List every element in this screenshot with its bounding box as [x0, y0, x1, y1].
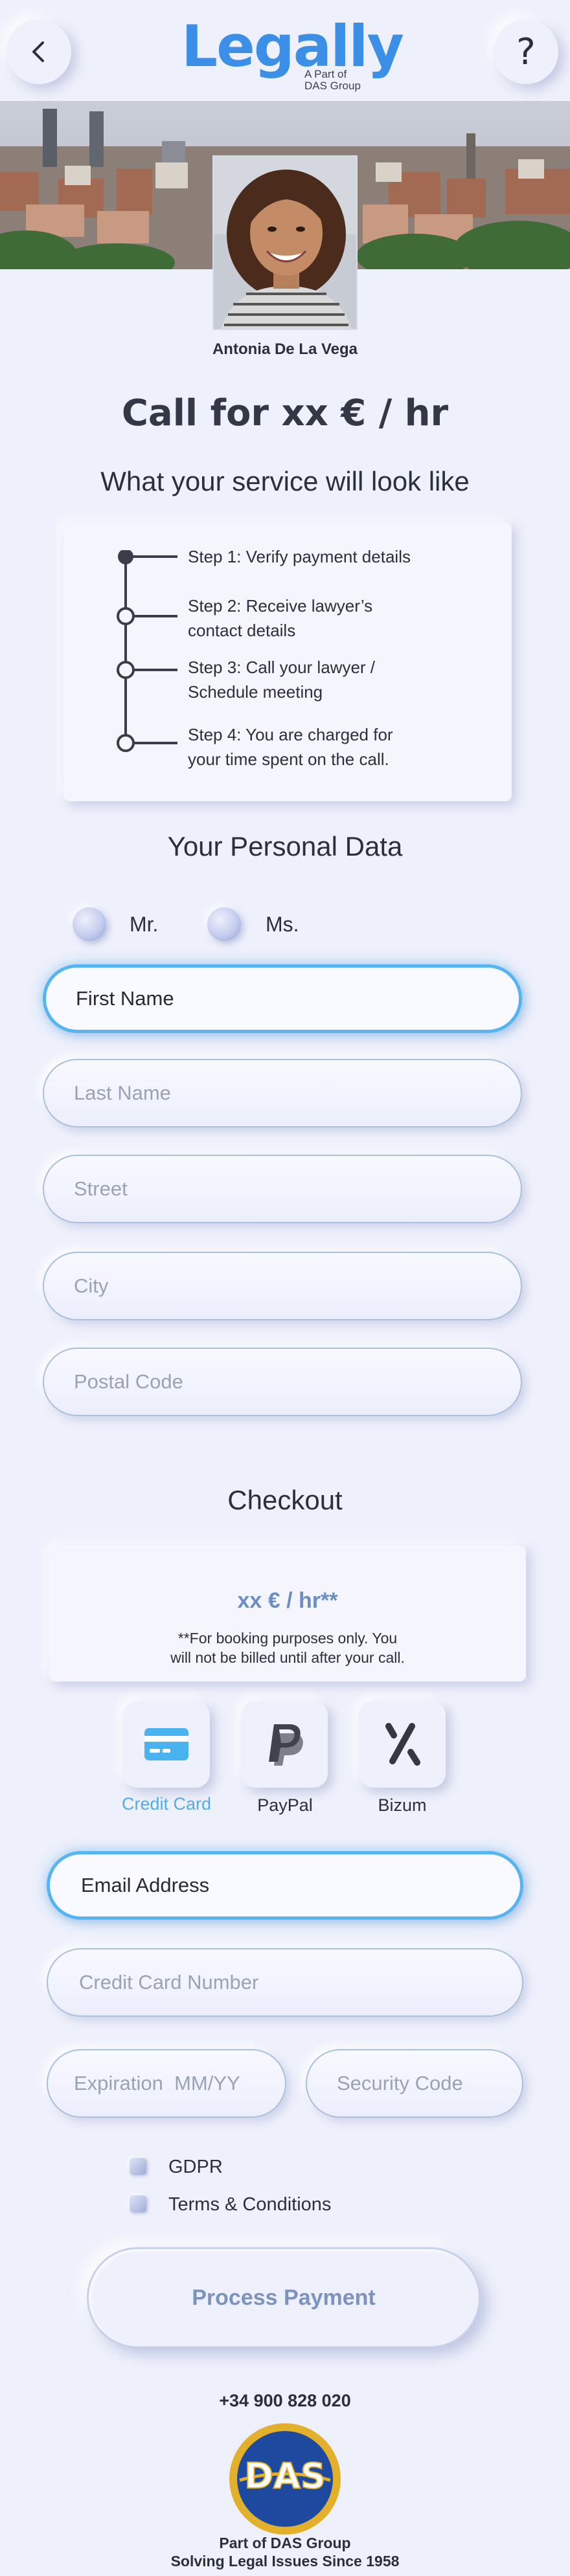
postal-code-field[interactable]: Postal Code	[43, 1348, 522, 1416]
das-logo-text: DAS	[244, 2456, 326, 2496]
footer-line-1: Part of DAS Group	[219, 2535, 351, 2551]
first-name-field[interactable]: First Name	[43, 964, 522, 1033]
paypal-label: PayPal	[257, 1795, 313, 1815]
radio-ms-label: Ms.	[266, 913, 299, 936]
terms-checkbox[interactable]	[130, 2195, 146, 2212]
step-2-line-1: Step 2: Receive lawyer’s	[188, 596, 373, 616]
city-field[interactable]: City	[43, 1252, 522, 1320]
brand-logo: Legally A Part of DAS Group	[181, 14, 404, 92]
radio-mr[interactable]	[73, 907, 106, 941]
credit-card-option[interactable]	[123, 1701, 210, 1788]
support-phone[interactable]: +34 900 828 020	[0, 2391, 570, 2411]
help-button[interactable]: ?	[494, 19, 558, 84]
street-field[interactable]: Street	[43, 1155, 522, 1223]
step-4-line-2: your time spent on the call.	[188, 749, 389, 769]
price-note-line-1: **For booking purposes only. You	[177, 1630, 398, 1647]
price-value: xx € / hr**	[237, 1588, 338, 1613]
chevron-left-icon	[32, 41, 44, 62]
price-note-line-2: will not be billed until after your call…	[170, 1649, 405, 1666]
steps-timeline	[117, 550, 177, 752]
last-name-placeholder: Last Name	[74, 1082, 171, 1104]
checkout-title: Checkout	[227, 1485, 343, 1515]
lawyer-portrait	[212, 155, 358, 330]
step-3-line-1: Step 3: Call your lawyer /	[188, 658, 376, 677]
das-logo: DAS	[227, 2421, 343, 2537]
email-value: Email Address	[81, 1874, 210, 1896]
rate-heading: Call for xx € / hr	[121, 392, 449, 434]
paypal-icon	[269, 1724, 303, 1766]
step-1: Step 1: Verify payment details	[188, 544, 499, 569]
radio-mr-label: Mr.	[130, 913, 159, 936]
card-number-field[interactable]: Credit Card Number	[47, 1948, 523, 2017]
first-name-value: First Name	[76, 987, 174, 1010]
brand-sub-line-2: DAS Group	[304, 80, 361, 92]
credit-card-label: Credit Card	[121, 1794, 212, 1814]
city-placeholder: City	[74, 1274, 109, 1297]
radio-ms[interactable]	[207, 907, 241, 941]
step-2-line-2: contact details	[188, 621, 296, 640]
street-placeholder: Street	[74, 1177, 128, 1200]
price-note: **For booking purposes only. You will no…	[84, 1628, 491, 1667]
brand-subtitle: A Part of DAS Group	[304, 69, 389, 92]
step-2: Step 2: Receive lawyer’s contact details	[188, 594, 499, 643]
bizum-label: Bizum	[378, 1795, 427, 1815]
gdpr-checkbox[interactable]	[130, 2158, 146, 2175]
email-field[interactable]: Email Address	[47, 1851, 523, 1920]
expiry-placeholder: Expiration MM/YY	[74, 2072, 240, 2094]
brand-sub-line-1: A Part of	[304, 68, 347, 80]
credit-card-icon	[144, 1728, 188, 1760]
process-payment-button[interactable]: Process Payment	[87, 2247, 481, 2348]
bizum-option[interactable]	[359, 1701, 446, 1788]
last-name-field[interactable]: Last Name	[43, 1059, 522, 1127]
postal-code-placeholder: Postal Code	[74, 1370, 183, 1393]
back-button[interactable]	[6, 19, 71, 84]
lawyer-name: Antonia De La Vega	[212, 340, 358, 358]
paypal-option[interactable]	[241, 1701, 328, 1788]
card-number-placeholder: Credit Card Number	[79, 1971, 259, 1993]
step-4: Step 4: You are charged for your time sp…	[188, 722, 499, 772]
security-code-field[interactable]: Security Code	[306, 2049, 523, 2118]
gdpr-label: GDPR	[168, 2157, 223, 2177]
bizum-icon	[385, 1723, 420, 1766]
step-3: Step 3: Call your lawyer / Schedule meet…	[188, 655, 499, 704]
footer-line-2: Solving Legal Issues Since 1958	[170, 2553, 400, 2570]
step-1-line-1: Step 1: Verify payment details	[188, 547, 411, 566]
expiry-field[interactable]: Expiration MM/YY	[47, 2049, 286, 2118]
security-code-placeholder: Security Code	[337, 2072, 463, 2094]
step-3-line-2: Schedule meeting	[188, 682, 323, 702]
help-icon: ?	[516, 30, 536, 73]
personal-data-title: Your Personal Data	[167, 831, 403, 861]
service-title: What your service will look like	[100, 466, 470, 496]
terms-label: Terms & Conditions	[168, 2194, 332, 2215]
step-4-line-1: Step 4: You are charged for	[188, 725, 393, 744]
